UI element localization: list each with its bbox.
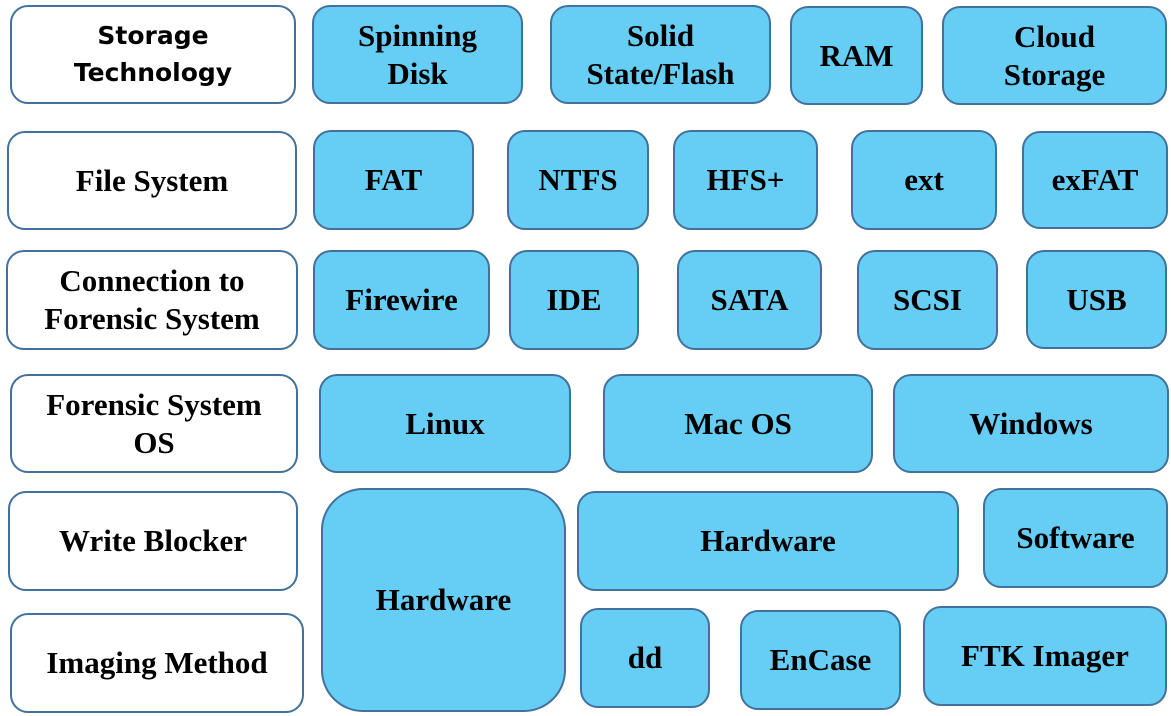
option-text: Spinning Disk bbox=[358, 18, 477, 91]
option-windows[interactable]: Windows bbox=[893, 374, 1169, 473]
row-label-imaging-method: Imaging Method bbox=[10, 613, 304, 713]
option-text: Solid State/Flash bbox=[586, 18, 735, 91]
option-exfat[interactable]: exFAT bbox=[1022, 131, 1168, 229]
row-label-write-blocker: Write Blocker bbox=[8, 491, 298, 591]
option-text: Cloud Storage bbox=[1003, 19, 1106, 92]
option-mac-os[interactable]: Mac OS bbox=[603, 374, 873, 473]
option-hardware-write-blocker[interactable]: Hardware bbox=[577, 491, 959, 591]
option-ide[interactable]: IDE bbox=[509, 250, 639, 350]
option-encase[interactable]: EnCase bbox=[740, 610, 901, 710]
label-text: Connection to Forensic System bbox=[44, 263, 260, 336]
option-spinning-disk[interactable]: Spinning Disk bbox=[312, 5, 523, 104]
option-text: Linux bbox=[405, 405, 485, 441]
option-text: dd bbox=[627, 640, 663, 676]
option-text: Software bbox=[1016, 520, 1135, 556]
option-text: Hardware bbox=[700, 523, 836, 559]
option-dd[interactable]: dd bbox=[580, 608, 710, 708]
option-scsi[interactable]: SCSI bbox=[857, 250, 998, 350]
label-text: Write Blocker bbox=[59, 523, 247, 559]
option-text: Mac OS bbox=[684, 405, 792, 441]
label-text: Imaging Method bbox=[46, 645, 268, 681]
option-sata[interactable]: SATA bbox=[677, 250, 822, 350]
option-solid-state-flash[interactable]: Solid State/Flash bbox=[550, 5, 771, 104]
label-text: Storage Technology bbox=[73, 21, 233, 87]
option-text: ext bbox=[904, 162, 944, 198]
option-ram[interactable]: RAM bbox=[790, 6, 923, 105]
option-text: SATA bbox=[710, 282, 789, 318]
option-text: EnCase bbox=[769, 642, 872, 678]
option-text: RAM bbox=[819, 37, 894, 73]
option-text: IDE bbox=[546, 282, 602, 318]
option-hfs-plus[interactable]: HFS+ bbox=[673, 130, 818, 230]
option-hardware-combined[interactable]: Hardware bbox=[321, 488, 566, 712]
label-text: Forensic System OS bbox=[46, 386, 262, 460]
option-linux[interactable]: Linux bbox=[319, 374, 571, 473]
row-label-file-system: File System bbox=[7, 131, 297, 230]
option-text: Firewire bbox=[345, 282, 458, 318]
label-text: File System bbox=[75, 162, 229, 198]
option-text: USB bbox=[1066, 281, 1127, 317]
row-label-forensic-system-os: Forensic System OS bbox=[10, 374, 298, 473]
option-text: FAT bbox=[364, 162, 423, 198]
option-text: HFS+ bbox=[706, 162, 785, 198]
row-label-connection-to-forensic-system: Connection to Forensic System bbox=[6, 250, 298, 350]
option-text: FTK Imager bbox=[961, 638, 1129, 674]
option-firewire[interactable]: Firewire bbox=[313, 250, 490, 350]
option-fat[interactable]: FAT bbox=[313, 130, 474, 230]
option-software-write-blocker[interactable]: Software bbox=[983, 488, 1168, 588]
option-usb[interactable]: USB bbox=[1026, 250, 1167, 349]
option-ext[interactable]: ext bbox=[851, 130, 997, 230]
option-text: Hardware bbox=[375, 582, 512, 618]
row-label-storage-technology: Storage Technology bbox=[10, 5, 296, 104]
option-text: Windows bbox=[969, 405, 1093, 441]
option-ntfs[interactable]: NTFS bbox=[507, 130, 649, 230]
option-text: SCSI bbox=[893, 282, 962, 318]
option-cloud-storage[interactable]: Cloud Storage bbox=[942, 6, 1167, 105]
option-text: exFAT bbox=[1051, 162, 1139, 198]
option-text: NTFS bbox=[538, 162, 618, 198]
option-ftk-imager[interactable]: FTK Imager bbox=[923, 606, 1167, 706]
